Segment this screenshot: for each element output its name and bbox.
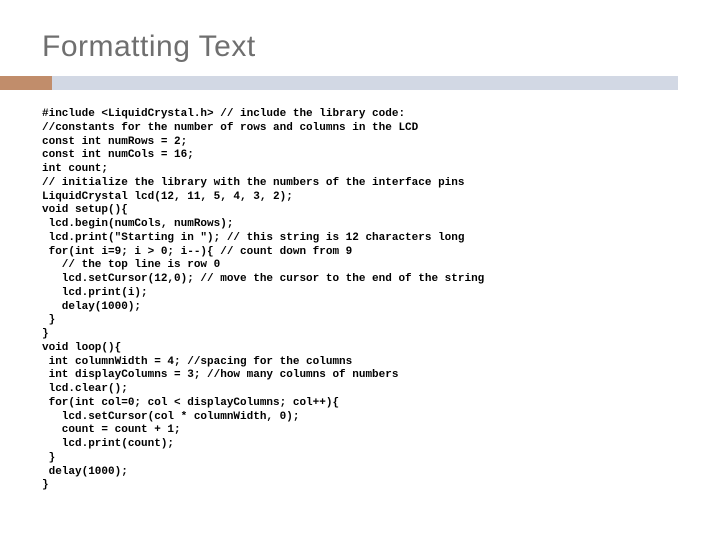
- slide: Formatting Text #include <LiquidCrystal.…: [0, 0, 720, 540]
- divider-accent: [0, 76, 52, 90]
- divider-main: [52, 76, 678, 90]
- code-block: #include <LiquidCrystal.h> // include th…: [42, 108, 678, 493]
- title-divider: [0, 76, 678, 90]
- page-title: Formatting Text: [42, 30, 678, 64]
